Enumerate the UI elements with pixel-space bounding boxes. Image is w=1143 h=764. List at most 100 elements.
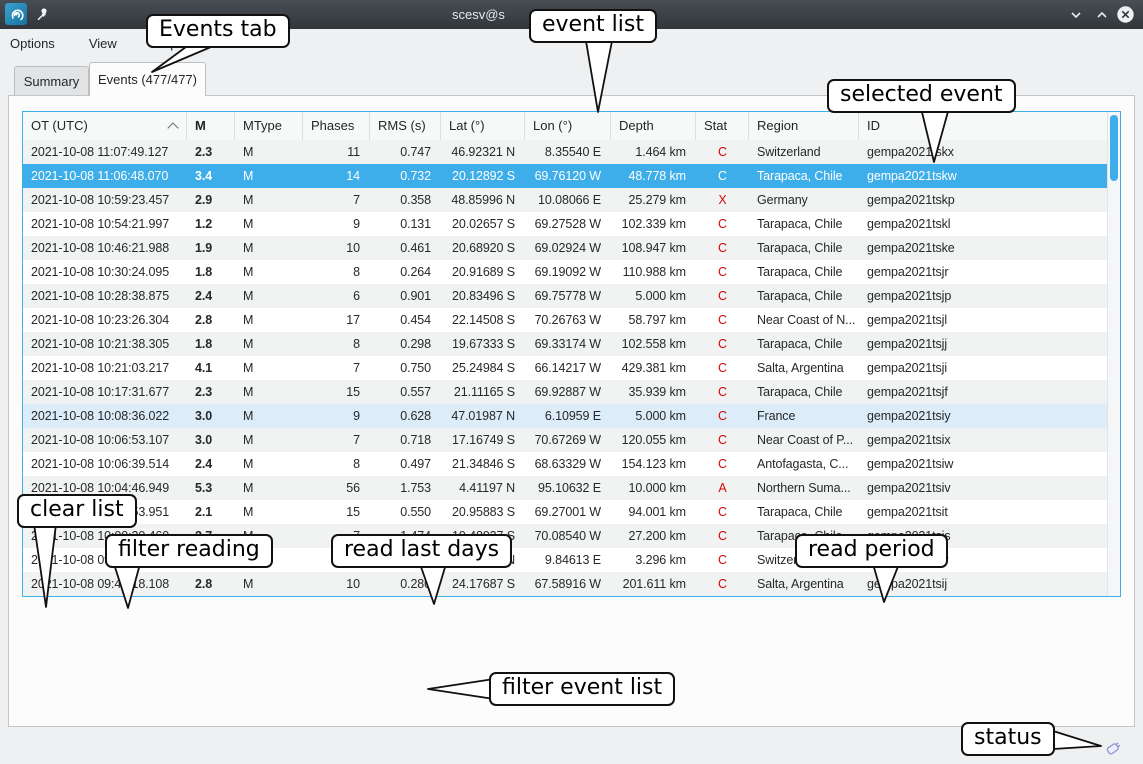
table-row[interactable]: 2021-10-08 10:06:39.5142.4M80.49721.3484… [23, 452, 1108, 476]
cell: 120.055 km [611, 428, 696, 452]
cell: 7 [303, 356, 370, 380]
menu-item-options[interactable]: Options [10, 29, 65, 51]
cell: 2.1 [187, 500, 235, 524]
cell: X [696, 188, 749, 212]
cell: 0.718 [370, 428, 441, 452]
cell: Tarapaca, Chile [749, 164, 859, 188]
cell: 7 [303, 188, 370, 212]
pushpin-icon[interactable] [34, 6, 50, 22]
column-header-lon[interactable]: Lon (°) [525, 112, 611, 140]
cell: 2021-10-08 10:54:21.997 [23, 212, 187, 236]
cell: gempa2021tsji [859, 356, 1108, 380]
table-row[interactable]: 2021-10-08 10:21:38.3051.8M80.29819.6733… [23, 332, 1108, 356]
column-header-label: RMS (s) [378, 118, 426, 133]
cell: 7 [303, 428, 370, 452]
callout-status: status [961, 722, 1055, 756]
cell: 68.63329 W [525, 452, 611, 476]
cell: 69.02924 W [525, 236, 611, 260]
table-row[interactable]: 2021-10-08 10:54:21.9971.2M90.13120.0265… [23, 212, 1108, 236]
cell: 4.1 [187, 356, 235, 380]
cell: 21.34846 S [441, 452, 525, 476]
cell: 69.76120 W [525, 164, 611, 188]
menu-item-view[interactable]: View [89, 29, 127, 51]
table-row[interactable]: 2021-10-08 10:46:21.9881.9M100.46120.689… [23, 236, 1108, 260]
column-header-label: Phases [311, 118, 354, 133]
column-header-id[interactable]: ID [859, 112, 1108, 140]
callout-events-tab: Events tab [146, 14, 290, 48]
column-header-mtype[interactable]: MType [235, 112, 303, 140]
table-row-selected[interactable]: 2021-10-08 11:06:48.0703.4M140.73220.128… [23, 164, 1108, 188]
cell: 1.464 km [611, 140, 696, 164]
table-row[interactable]: 2021-10-08 09:41:18.1082.8M100.28024.176… [23, 572, 1108, 596]
column-header-label: Stat [704, 118, 727, 133]
cell: 6 [303, 284, 370, 308]
table-row[interactable]: 2021-10-08 10:28:38.8752.4M60.90120.8349… [23, 284, 1108, 308]
event-list-table: OT (UTC)MMTypePhasesRMS (s)Lat (°)Lon (°… [22, 111, 1121, 597]
vertical-scrollbar[interactable] [1107, 112, 1120, 596]
cell: Salta, Argentina [749, 356, 859, 380]
cell: 20.68920 S [441, 236, 525, 260]
column-header-m[interactable]: M [187, 112, 235, 140]
tab-events[interactable]: Events (477/477) [89, 62, 206, 96]
table-body: 2021-10-08 11:07:49.1272.3M110.74746.923… [23, 140, 1108, 596]
column-header-ot-utc[interactable]: OT (UTC) [23, 112, 187, 140]
cell: C [696, 356, 749, 380]
cell: 22.14508 S [441, 308, 525, 332]
cell: 102.558 km [611, 332, 696, 356]
column-header-lat[interactable]: Lat (°) [441, 112, 525, 140]
sort-ascending-icon [167, 122, 178, 133]
table-row[interactable]: 2021-10-08 10:04:46.9495.3M561.7534.4119… [23, 476, 1108, 500]
cell: 5.000 km [611, 284, 696, 308]
cell: 2021-10-08 10:30:24.095 [23, 260, 187, 284]
shade-button[interactable] [1068, 7, 1084, 23]
cell: gempa2021tsjp [859, 284, 1108, 308]
table-row[interactable]: 2021-10-08 10:23:26.3042.8M170.45422.145… [23, 308, 1108, 332]
tab-summary[interactable]: Summary [14, 66, 89, 96]
column-header-stat[interactable]: Stat [696, 112, 749, 140]
cell: C [696, 404, 749, 428]
cell: 58.797 km [611, 308, 696, 332]
close-button[interactable] [1116, 5, 1135, 24]
table-row[interactable]: 2021-10-08 10:06:53.1073.0M70.71817.1674… [23, 428, 1108, 452]
connection-status-icon[interactable] [1104, 737, 1124, 757]
cell: Near Coast of N... [749, 308, 859, 332]
table-row[interactable]: 2021-10-08 10:03:53.9512.1M150.55020.958… [23, 500, 1108, 524]
cell: 70.08540 W [525, 524, 611, 548]
cell: 2.4 [187, 452, 235, 476]
cell: 69.27528 W [525, 212, 611, 236]
cell: 8 [303, 260, 370, 284]
callout-clear-list: clear list [17, 494, 137, 528]
cell: 2021-10-08 10:23:26.304 [23, 308, 187, 332]
column-header-depth[interactable]: Depth [611, 112, 696, 140]
cell: 20.12892 S [441, 164, 525, 188]
column-header-phases[interactable]: Phases [303, 112, 370, 140]
table-row[interactable]: 2021-10-08 10:08:36.0223.0M90.62847.0198… [23, 404, 1108, 428]
cell: 0.131 [370, 212, 441, 236]
cell: Antofagasta, C... [749, 452, 859, 476]
table-row[interactable]: 2021-10-08 10:30:24.0951.8M80.26420.9168… [23, 260, 1108, 284]
cell: M [235, 380, 303, 404]
cell: gempa2021tsiv [859, 476, 1108, 500]
scesv-window: scesv@s OptionsViewHelp Summary Events (… [0, 0, 1143, 764]
table-row[interactable]: 2021-10-08 10:17:31.6772.3M150.55721.111… [23, 380, 1108, 404]
column-header-region[interactable]: Region [749, 112, 859, 140]
cell: 70.67269 W [525, 428, 611, 452]
table-row[interactable]: 2021-10-08 10:21:03.2174.1M70.75025.2498… [23, 356, 1108, 380]
cell: 5.3 [187, 476, 235, 500]
cell: Switzerland [749, 140, 859, 164]
cell: 56 [303, 476, 370, 500]
column-header-rms-s[interactable]: RMS (s) [370, 112, 441, 140]
cell: Tarapaca, Chile [749, 332, 859, 356]
cell: M [235, 428, 303, 452]
maximize-button[interactable] [1094, 7, 1110, 23]
tab-summary-label: Summary [24, 74, 80, 89]
scrollbar-thumb[interactable] [1110, 115, 1118, 181]
cell: M [235, 332, 303, 356]
table-row[interactable]: 2021-10-08 10:59:23.4572.9M70.35848.8599… [23, 188, 1108, 212]
cell: 1.2 [187, 212, 235, 236]
cell: gempa2021tske [859, 236, 1108, 260]
cell: 10 [303, 236, 370, 260]
cell: C [696, 452, 749, 476]
cell: Northern Suma... [749, 476, 859, 500]
table-row[interactable]: 2021-10-08 11:07:49.1272.3M110.74746.923… [23, 140, 1108, 164]
